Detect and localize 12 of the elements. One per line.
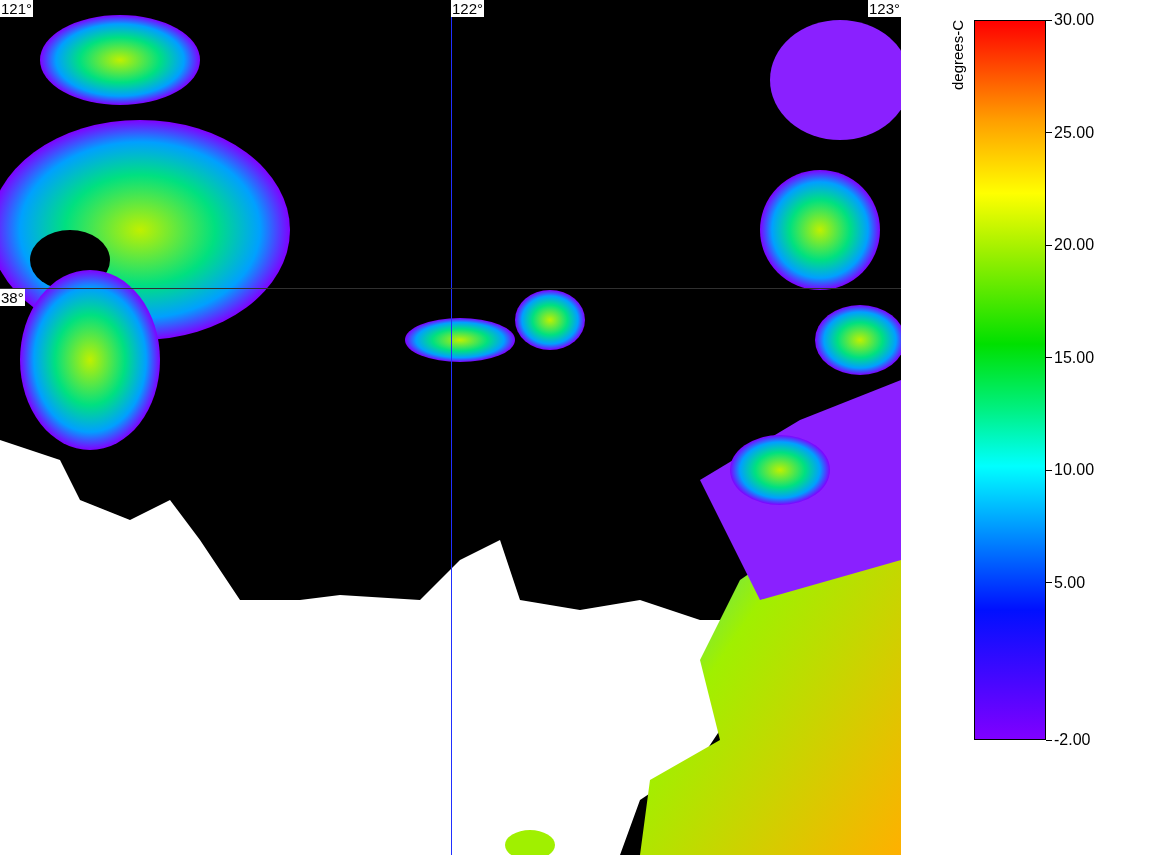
- scale-tick-label: -2.00: [1054, 731, 1091, 749]
- scale-tick-label: 10.00: [1054, 461, 1095, 479]
- scale-tick-label: 15.00: [1054, 348, 1095, 367]
- longitude-label: 121°: [0, 0, 34, 17]
- scale-tick-label: 20.00: [1054, 236, 1095, 254]
- scale-tick-label: 30.00: [1054, 11, 1095, 29]
- longitude-label: 122°: [451, 0, 485, 17]
- latitude-label: 38°: [0, 289, 25, 306]
- colorbar-title: degrees-C: [949, 20, 966, 91]
- scale-tick-label: 25.00: [1054, 123, 1095, 142]
- longitude-label: 123°: [867, 0, 901, 17]
- scale-tick-label: 5.00: [1054, 573, 1086, 592]
